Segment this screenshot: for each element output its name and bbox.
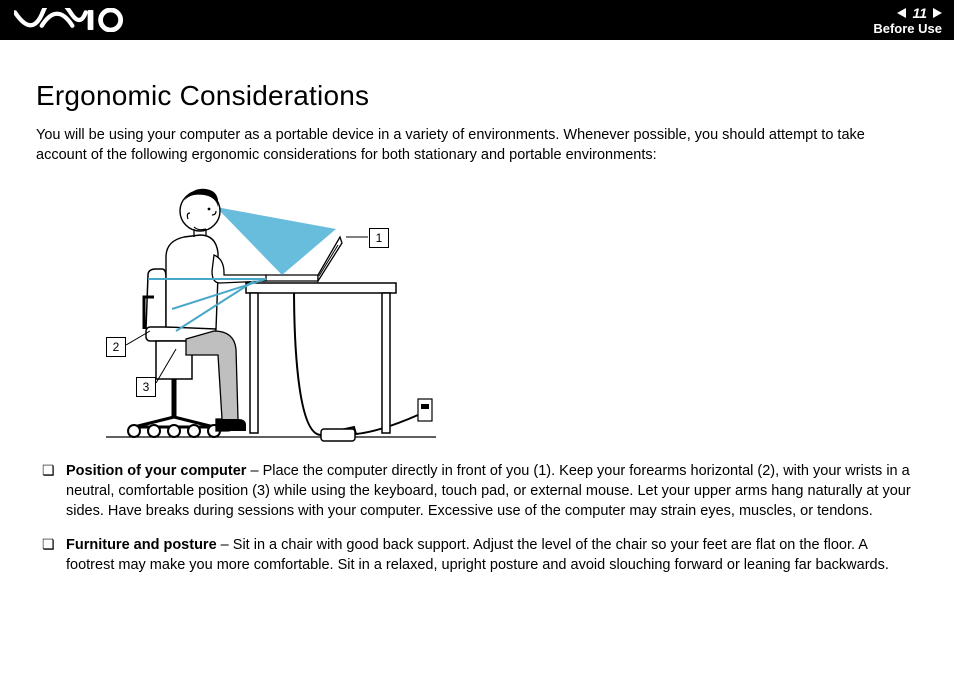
- header-bar: 11 Before Use: [0, 0, 954, 40]
- page-title: Ergonomic Considerations: [36, 80, 918, 112]
- callout-3: 3: [136, 377, 156, 397]
- section-label: Before Use: [873, 22, 942, 35]
- bullet-list: Position of your computer – Place the co…: [36, 461, 918, 575]
- list-item: Position of your computer – Place the co…: [36, 461, 918, 521]
- list-item: Furniture and posture – Sit in a chair w…: [36, 535, 918, 575]
- ergonomics-illustration: 1 2 3: [66, 179, 456, 449]
- callout-1: 1: [369, 228, 389, 248]
- callout-2: 2: [106, 337, 126, 357]
- next-page-icon[interactable]: [933, 8, 942, 18]
- intro-paragraph: You will be using your computer as a por…: [36, 126, 918, 165]
- prev-page-icon[interactable]: [897, 8, 906, 18]
- page-number: 11: [912, 6, 927, 20]
- vaio-logo: [14, 8, 124, 32]
- page-navigator: 11 Before Use: [873, 6, 942, 35]
- bullet-term: Furniture and posture: [66, 537, 217, 553]
- page-content: Ergonomic Considerations You will be usi…: [0, 40, 954, 575]
- bullet-term: Position of your computer: [66, 463, 246, 479]
